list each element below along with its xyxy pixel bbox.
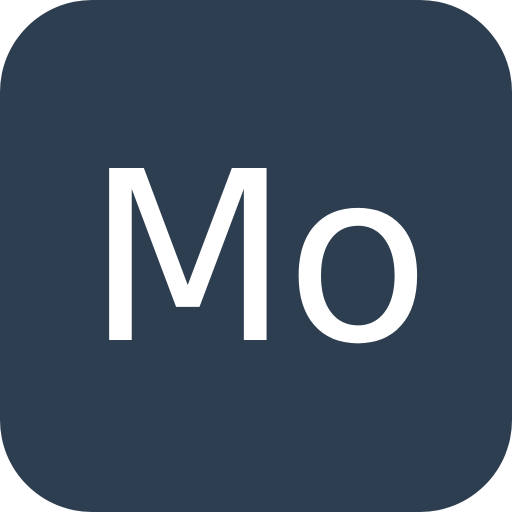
app-icon-label: Mo	[85, 121, 430, 396]
app-icon-tile: Mo	[0, 0, 512, 512]
